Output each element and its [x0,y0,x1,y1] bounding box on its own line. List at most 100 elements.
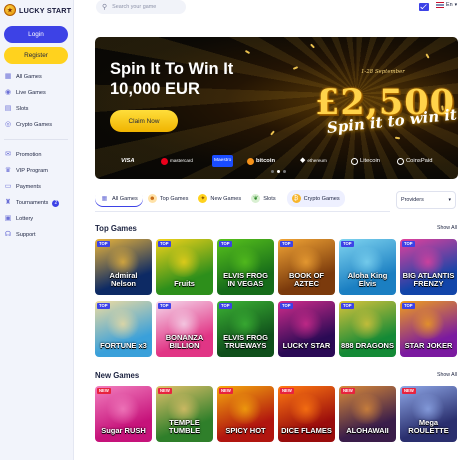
tab-all-games[interactable]: ▦ All Games [95,190,143,207]
banner-headline-line1: Spin It To Win It [110,60,234,78]
sidebar-item-label: Slots [16,106,29,112]
game-card[interactable]: TOP 888 DRAGONS [339,301,396,357]
game-card[interactable]: NEW ALOHAWAII [339,386,396,442]
game-category-tabs: ▦ All Games ☻ Top Games ✦ New Games ❦ Sl… [95,190,390,207]
sidebar-item-crypto-games[interactable]: ◎ Crypto Games [3,117,71,133]
top-games-title: Top Games [95,224,137,233]
top-badge: TOP [158,303,171,309]
game-card[interactable]: TOP BOOK OF AZTEC [278,239,335,295]
sidebar-divider [4,139,68,140]
promo-banner[interactable]: Spin It To Win It 10,000 EUR Claim Now 1… [95,37,458,179]
mail-icon[interactable] [419,3,429,11]
game-card[interactable]: NEW TEMPLE TUMBLE [156,386,213,442]
carousel-dot-active[interactable] [277,170,280,173]
brand-logo[interactable]: ★ LUCKY START [4,4,71,16]
grid-icon: ▦ [4,73,12,80]
login-button[interactable]: Login [4,26,68,43]
carousel-dot[interactable] [283,170,286,173]
game-card[interactable]: NEW Sugar RUSH [95,386,152,442]
grid-icon: ▦ [101,196,108,202]
gift-icon: ✉ [5,151,11,158]
game-title: Admiral Nelson [109,271,138,288]
top-games-show-all-link[interactable]: Show All [437,225,457,231]
carousel-dot[interactable] [271,170,274,173]
top-badge: TOP [97,241,110,247]
game-card[interactable]: NEW Mega ROULETTE [400,386,457,442]
game-card[interactable]: TOP ELVIS FROG IN VEGAS [217,239,274,295]
game-art [288,309,324,339]
game-art [166,247,202,277]
banner-headline: Spin It To Win It 10,000 EUR [110,59,233,99]
game-card[interactable]: TOP Fruits [156,239,213,295]
game-card[interactable]: TOP FORTUNE x3 [95,301,152,357]
game-card[interactable]: TOP Admiral Nelson [95,239,152,295]
new-badge: NEW [97,388,111,394]
game-card[interactable]: TOP BIG ATLANTIS FRENZY [400,239,457,295]
sidebar-item-vip-program[interactable]: ♛ VIP Program [3,163,71,179]
sidebar-item-label: Promotion [16,152,42,158]
payment-logos: VISA mastercard Maestro bitcoin ◆ ethere… [95,155,458,167]
sidebar-item-label: Payments [16,184,41,190]
claim-now-button[interactable]: Claim Now [110,110,178,132]
search-bar[interactable]: ⚲ [96,0,186,14]
register-button[interactable]: Register [4,47,68,64]
sidebar-item-support[interactable]: ☊ Support [3,227,71,243]
game-title: Aloha King Elvis [347,271,388,288]
sidebar-menu-games: ▦ All Games ◉ Live Games ▤ Slots ◎ Crypt… [3,69,71,133]
sidebar-item-lottery[interactable]: ▣ Lottery [3,211,71,227]
game-title: LUCKY STAR [282,341,331,350]
mastercard-circle-icon [161,157,168,165]
maestro-logo: Maestro [212,155,234,167]
tab-crypto-games[interactable]: ₿ Crypto Games [286,190,345,207]
game-title: BOOK OF AZTEC [289,271,324,288]
sidebar-item-live-games[interactable]: ◉ Live Games [3,85,71,101]
coinspaid-icon [397,157,404,165]
game-title: 888 DRAGONS [341,341,394,350]
game-card[interactable]: TOP Aloha King Elvis [339,239,396,295]
sidebar-item-label: Lottery [16,216,34,222]
tab-top-games[interactable]: ☻ Top Games [143,190,194,207]
coinspaid-logo: CoinsPaid [397,155,432,167]
game-title: STAR JOKER [404,341,453,350]
providers-dropdown[interactable]: Providers ▾ [396,191,456,209]
new-games-show-all-link[interactable]: Show All [437,372,457,378]
litecoin-icon [351,157,358,165]
tab-label: Crypto Games [303,195,340,202]
chevron-down-icon: ▾ [454,2,458,8]
game-title: TEMPLE TUMBLE [168,418,201,435]
top-badge: TOP [280,241,293,247]
providers-label: Providers [401,197,424,203]
game-art [349,309,385,339]
game-card[interactable]: TOP BONANZA BILLION [156,301,213,357]
game-card[interactable]: TOP STAR JOKER [400,301,457,357]
game-card[interactable]: NEW DICE FLAMES [278,386,335,442]
sidebar-item-promotion[interactable]: ✉ Promotion [3,147,71,163]
sidebar-item-label: VIP Program [16,168,48,174]
visa-logo: VISA [121,158,135,164]
game-title: Fruits [174,279,195,288]
tab-slots[interactable]: ❦ Slots [246,190,280,207]
crown-icon: ♛ [4,167,12,174]
uk-flag-icon [436,2,444,8]
tab-label: Top Games [159,195,189,202]
banner-headline-line2: 10,000 EUR [110,80,200,98]
language-selector[interactable]: En ▾ [436,2,457,8]
sidebar-item-tournaments[interactable]: ♜ Tournaments 2 [3,195,71,211]
game-art [105,309,141,339]
sidebar-item-slots[interactable]: ▤ Slots [3,101,71,117]
language-label: En [446,2,453,8]
tab-new-games[interactable]: ✦ New Games [193,190,246,207]
search-input[interactable] [112,4,178,10]
ticket-icon: ▣ [4,215,12,222]
carousel-dots [271,170,286,173]
ethereum-icon: ◆ [300,157,306,164]
game-title: FORTUNE x3 [100,341,147,350]
game-card[interactable]: TOP LUCKY STAR [278,301,335,357]
game-card[interactable]: TOP ELVIS FROG TRUEWAYS [217,301,274,357]
sidebar-item-all-games[interactable]: ▦ All Games [3,69,71,85]
logo-coin-icon: ★ [4,4,16,16]
game-card[interactable]: NEW SPICY HOT [217,386,274,442]
ethereum-logo: ◆ ethereum [300,155,327,167]
sidebar-item-payments[interactable]: ▭ Payments [3,179,71,195]
game-art [105,394,141,424]
